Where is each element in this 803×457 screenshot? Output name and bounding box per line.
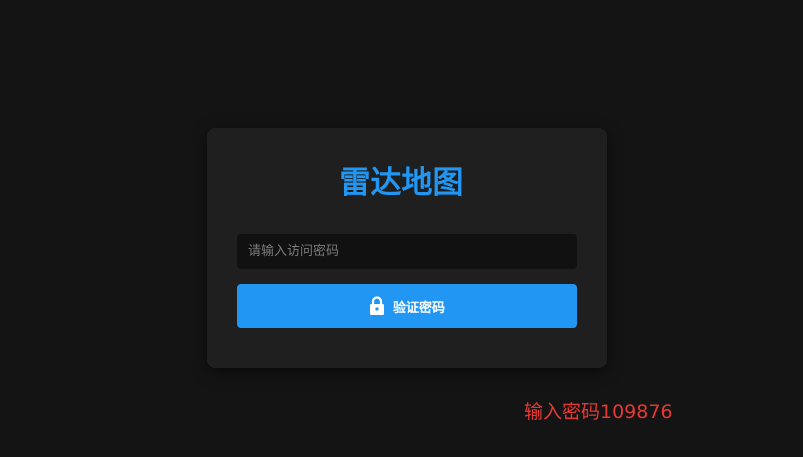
- password-hint-text: 输入密码109876: [524, 401, 673, 423]
- verify-password-button[interactable]: 验证密码: [237, 284, 577, 328]
- lock-icon: [369, 296, 385, 316]
- verify-button-label: 验证密码: [392, 300, 445, 316]
- login-page: 雷达地图 验证密码 输入密码109876: [0, 0, 803, 457]
- page-title: 雷达地图: [339, 165, 464, 201]
- password-input[interactable]: [237, 234, 577, 269]
